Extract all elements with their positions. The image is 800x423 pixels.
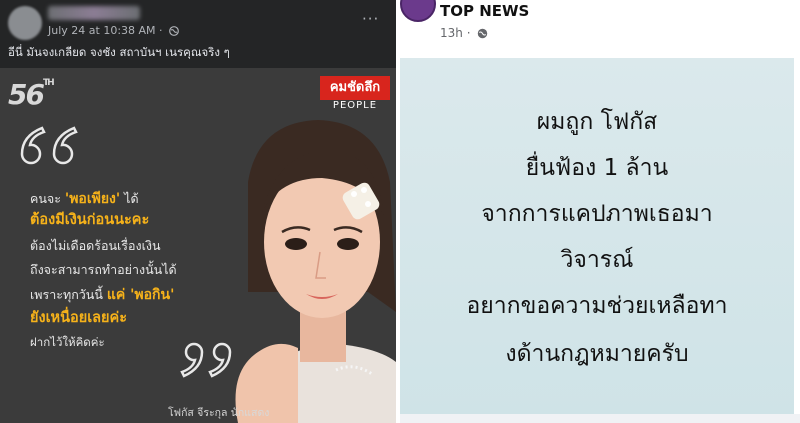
quote-line-5: เพราะทุกวันนี้ แค่ 'พอกิน' <box>30 284 174 306</box>
post-text-line: ยื่นฟ้อง 1 ล้าน <box>525 155 669 181</box>
brand-subtitle: PEOPLE <box>332 100 378 111</box>
brand-logo: คมชัดลึก <box>320 76 390 100</box>
post-timestamp[interactable]: July 24 at 10:38 AM · <box>48 24 179 37</box>
quote-line-4: ถึงจะสามารถทำอย่างนั้นได้ <box>30 262 177 277</box>
post-text-line: วิจารณ์ <box>560 247 634 273</box>
bottom-strip <box>400 414 800 423</box>
quote-line-7: ฝากไว้ให้คิดค่ะ <box>30 335 105 349</box>
open-quote-icon <box>20 126 78 165</box>
post-meta[interactable]: 13h · <box>440 26 488 40</box>
quote-line-1-highlight: 'พอเพียง' <box>64 191 121 207</box>
post-time[interactable]: 13h · <box>440 26 474 40</box>
quote-line-5-highlight: แค่ 'พอกิน' <box>106 287 175 303</box>
timestamp-text[interactable]: July 24 at 10:38 AM · <box>48 24 166 37</box>
page-avatar[interactable] <box>400 0 436 22</box>
globe-icon <box>169 26 179 36</box>
quote-line-1-post: ได้ <box>120 191 139 206</box>
more-options-button[interactable]: ··· <box>362 10 379 28</box>
left-post-header: July 24 at 10:38 AM · ··· อีนี่ มันจงเกล… <box>0 0 396 68</box>
left-post-panel: July 24 at 10:38 AM · ··· อีนี่ มันจงเกล… <box>0 0 396 423</box>
quote-line-3: ต้องไม่เดือดร้อนเรื่องเงิน <box>30 238 161 253</box>
quote-line-2: ต้องมีเงินก่อนนะคะ <box>30 212 150 228</box>
quote-line-1: คนจะ 'พอเพียง' ได้ <box>30 188 139 210</box>
page-name-link[interactable]: TOP NEWS <box>440 2 529 20</box>
quote-line-5-pre: เพราะทุกวันนี้ <box>30 287 107 302</box>
quote-line-6: ยังเหนื่อยเลยค่ะ <box>30 310 128 326</box>
post-text-line: จากการแคปภาพเธอมา <box>481 201 713 227</box>
right-post-panel: TOP NEWS 13h · ผมถูก โฟกัส ยื่นฟ้อง 1 ล้… <box>400 0 800 423</box>
globe-icon <box>478 28 488 39</box>
post-image[interactable]: 56TH คมชัดลึก PEOPLE คนจะ 'พอเพียง' ได้ … <box>0 68 396 423</box>
anniversary-badge: 56TH <box>8 78 55 111</box>
image-credit: โฟกัส จีระกุล นักแสดง <box>168 407 270 419</box>
post-caption: อีนี่ มันจงเกลียด จงชัง สถาบันฯ เนรคุณจร… <box>8 45 230 59</box>
post-text-line: งด้านกฎหมายครับ <box>505 341 689 367</box>
avatar[interactable] <box>8 6 42 40</box>
portrait-illustration <box>235 120 396 423</box>
post-text-line: อยากขอความช่วยเหลือทา <box>466 293 728 319</box>
blurred-author-name[interactable] <box>48 6 140 20</box>
badge-number: 56 <box>8 78 45 111</box>
post-text-line: ผมถูก โฟกัส <box>536 109 658 135</box>
quote-line-1-pre: คนจะ <box>30 191 65 206</box>
